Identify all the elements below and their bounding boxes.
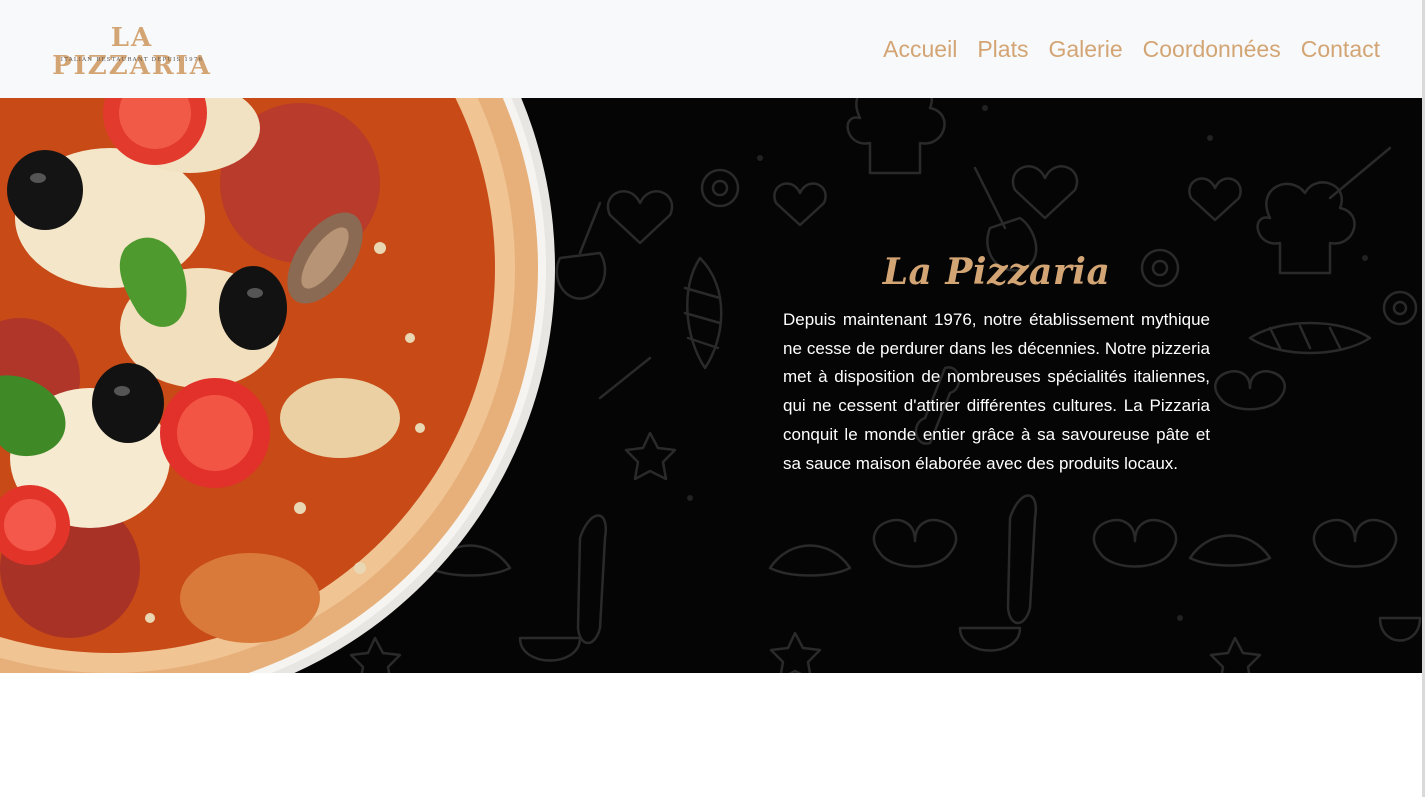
nav-link-contact[interactable]: Contact (1301, 34, 1380, 64)
nav-link-accueil[interactable]: Accueil (883, 34, 957, 64)
main-nav: Accueil Plats Galerie Coordonnées Contac… (883, 34, 1380, 64)
nav-link-plats[interactable]: Plats (977, 34, 1028, 64)
pizza-image (0, 98, 555, 673)
nav-link-galerie[interactable]: Galerie (1048, 34, 1122, 64)
logo[interactable]: LA PIZZARIA ITALIAN RESTAURANT DEPUIS 19… (34, 24, 234, 80)
content-section (0, 673, 1425, 797)
logo-tagline: ITALIAN RESTAURANT DEPUIS 1976 (60, 57, 204, 63)
about-paragraph: Depuis maintenant 1976, notre établissem… (783, 310, 1210, 473)
nav-link-coordonnees[interactable]: Coordonnées (1143, 34, 1281, 64)
about-block: La Pizzaria Depuis maintenant 1976, notr… (783, 248, 1210, 478)
hero-section: La Pizzaria Depuis maintenant 1976, notr… (0, 98, 1425, 673)
about-title: La Pizzaria (882, 251, 1111, 293)
site-header: LA PIZZARIA ITALIAN RESTAURANT DEPUIS 19… (0, 0, 1425, 98)
logo-name: LA PIZZARIA (52, 23, 212, 81)
